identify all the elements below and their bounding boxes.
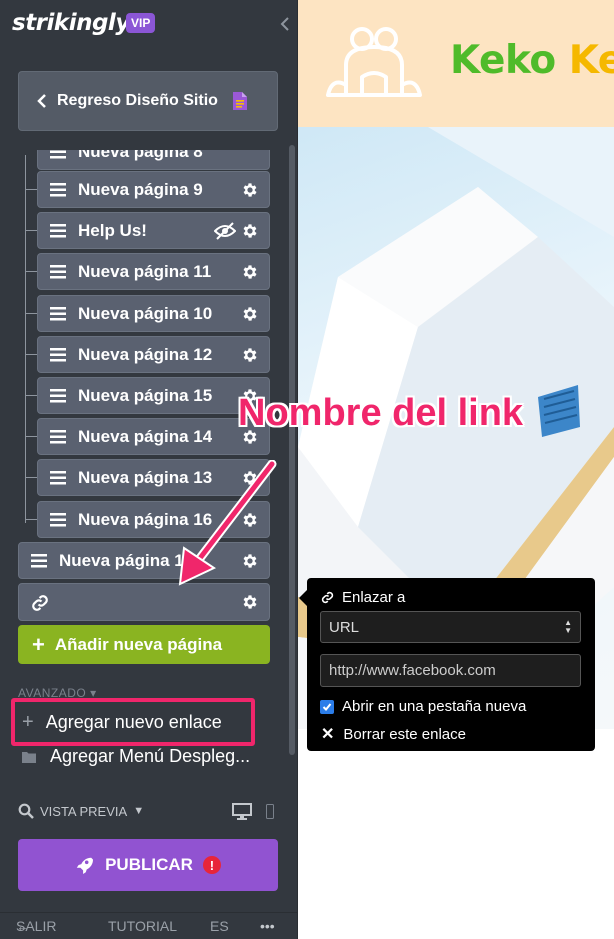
desktop-view-icon[interactable] <box>232 803 252 821</box>
gear-icon[interactable] <box>241 263 259 281</box>
checkbox-checked-icon[interactable] <box>320 699 334 714</box>
add-page-label: Añadir nueva página <box>54 634 223 654</box>
page-item[interactable]: Nueva página 15 <box>37 377 270 414</box>
delete-link-label: Borrar este enlace <box>343 725 466 743</box>
more-menu-icon[interactable]: ••• <box>260 918 275 934</box>
strikingly-logo: strikingly <box>12 10 130 36</box>
drag-handle-icon[interactable] <box>50 264 66 279</box>
folder-icon <box>22 751 36 763</box>
document-icon <box>232 92 247 110</box>
drag-handle-icon[interactable] <box>50 150 66 159</box>
page-item[interactable]: Nueva página 10 <box>37 295 270 332</box>
drag-handle-icon[interactable] <box>50 223 66 238</box>
drag-handle-icon[interactable] <box>31 553 47 568</box>
link-icon <box>321 591 334 604</box>
page-tree-connector <box>25 477 37 478</box>
drag-handle-icon[interactable] <box>50 512 66 527</box>
frog-logo-icon <box>326 27 422 97</box>
rocket-icon <box>76 857 94 874</box>
vip-badge: VIP <box>126 13 156 33</box>
alert-badge: ! <box>202 856 221 874</box>
page-item[interactable]: Help Us! <box>37 212 270 249</box>
page-tree-connector <box>25 313 37 314</box>
site-brand-title: Keko Ke <box>450 38 614 83</box>
exit-label: SALIR <box>16 918 57 934</box>
page-item-label: Nueva página 9 <box>78 179 203 199</box>
drag-handle-icon[interactable] <box>50 388 66 403</box>
popover-caret <box>299 590 307 606</box>
back-to-site-design-button[interactable]: Regreso Diseño Sitio <box>18 71 278 131</box>
page-item-partial[interactable]: Nueva página 8 <box>37 150 270 170</box>
annotation-label: Nombre del link <box>238 392 524 434</box>
gear-icon[interactable] <box>241 593 259 611</box>
drag-handle-icon[interactable] <box>50 182 66 197</box>
back-button-label: Regreso Diseño Sitio <box>57 92 218 109</box>
page-item-label: Nueva página 11 <box>78 261 212 281</box>
eye-slash-icon[interactable] <box>214 222 236 240</box>
add-dropdown-menu-button[interactable]: Agregar Menú Despleg... <box>22 746 250 767</box>
sidebar-footer: ← SALIR TUTORIAL ES ••• <box>0 912 298 939</box>
link-type-select[interactable]: URL ▲ ▼ <box>320 611 581 643</box>
page-item-label: Nueva página 15 <box>78 385 213 405</box>
tutorial-link[interactable]: TUTORIAL <box>108 918 177 934</box>
drag-handle-icon[interactable] <box>50 306 66 321</box>
plus-icon: + <box>32 631 45 657</box>
page-item-label: Nueva página 8 <box>78 150 203 161</box>
drag-handle-icon[interactable] <box>50 347 66 362</box>
collapse-sidebar-icon[interactable] <box>279 16 291 32</box>
sidebar-scrollbar[interactable] <box>289 145 295 755</box>
language-selector[interactable]: ES <box>210 918 229 934</box>
link-icon <box>32 595 48 611</box>
page-tree-connector <box>25 395 37 396</box>
brand-green-text: Keko <box>450 38 556 83</box>
preview-toggle[interactable]: VISTA PREVIA ▼ <box>18 803 144 819</box>
close-icon: ✕ <box>321 726 335 743</box>
page-item[interactable]: Nueva página 14 <box>37 418 270 455</box>
gear-icon[interactable] <box>241 305 259 323</box>
caret-down-icon: ▼ <box>133 805 145 817</box>
popover-title: Enlazar a <box>321 589 405 606</box>
delete-link-button[interactable]: ✕ Borrar este enlace <box>321 724 466 744</box>
page-item-label: Nueva página 10 <box>78 303 213 323</box>
page-item-label: Nueva página 14 <box>78 426 213 446</box>
page-tree-connector <box>25 436 37 437</box>
page-tree-line <box>25 155 26 523</box>
preview-label: VISTA PREVIA <box>40 803 128 819</box>
chevron-left-icon <box>37 94 46 108</box>
page-item-label: Nueva página 12 <box>78 344 213 364</box>
mobile-view-icon[interactable] <box>266 804 274 819</box>
highlight-box <box>11 698 255 746</box>
page-item[interactable]: Nueva página 9 <box>37 171 270 208</box>
page-item[interactable]: Nueva página 11 <box>37 253 270 290</box>
page-tree-connector <box>25 271 37 272</box>
annotation-arrow-icon <box>178 460 277 586</box>
brand-yellow-text: Ke <box>568 38 614 83</box>
gear-icon[interactable] <box>241 222 259 240</box>
page-item[interactable]: Nueva página 12 <box>37 336 270 373</box>
open-new-tab-checkbox[interactable]: Abrir en una pestaña nueva <box>320 698 526 715</box>
page-tree-connector <box>25 519 37 520</box>
publish-label: PUBLICAR <box>105 855 193 874</box>
url-input[interactable]: http://www.facebook.com <box>320 654 581 687</box>
page-tree-connector <box>25 230 37 231</box>
select-arrows-icon: ▲ ▼ <box>564 618 572 635</box>
drag-handle-icon[interactable] <box>50 470 66 485</box>
page-item-label: Help Us! <box>78 220 147 240</box>
popover-title-label: Enlazar a <box>342 589 406 606</box>
search-icon <box>18 803 34 819</box>
open-new-tab-label: Abrir en una pestaña nueva <box>342 698 527 715</box>
link-settings-popover: Enlazar a URL ▲ ▼ http://www.facebook.com… <box>307 578 595 751</box>
gear-icon[interactable] <box>241 181 259 199</box>
page-tree-connector <box>25 354 37 355</box>
add-menu-label: Agregar Menú Despleg... <box>50 746 251 766</box>
gear-icon[interactable] <box>241 346 259 364</box>
page-tree-connector <box>25 189 37 190</box>
drag-handle-icon[interactable] <box>50 429 66 444</box>
link-type-value: URL <box>329 618 360 636</box>
publish-button[interactable]: PUBLICAR ! <box>18 839 278 891</box>
add-new-page-button[interactable]: + Añadir nueva página <box>18 625 270 664</box>
